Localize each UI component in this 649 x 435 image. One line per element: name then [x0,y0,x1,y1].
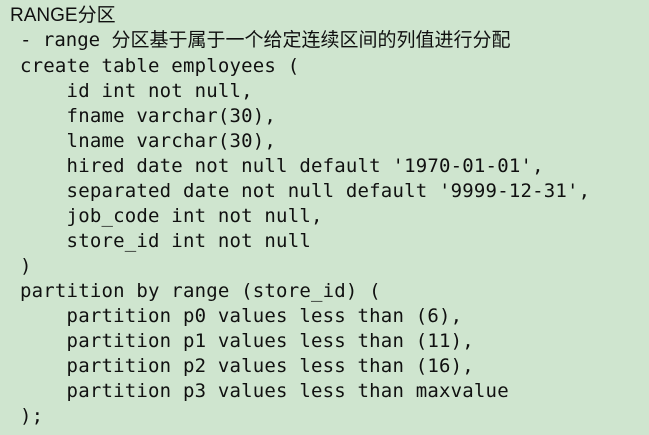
section-description: - range 分区基于属于一个给定连续区间的列值进行分配 [20,29,511,51]
code-line: partition by range (store_id) ( [20,280,381,302]
code-line: job_code int not null, [20,205,323,227]
code-line: ); [20,405,44,427]
code-line: lname varchar(30), [20,130,277,152]
code-line: partition p3 values less than maxvalue [20,380,509,402]
code-block: create table employees ( id int not null… [20,54,590,429]
code-line: partition p1 values less than (11), [20,330,474,352]
code-line: hired date not null default '1970-01-01'… [20,155,544,177]
code-line: create table employees ( [20,55,300,77]
code-line: partition p2 values less than (16), [20,355,474,377]
code-line: fname varchar(30), [20,105,277,127]
section-title: RANGE分区 [10,5,116,26]
document: RANGE分区 - range 分区基于属于一个给定连续区间的列值进行分配 cr… [0,0,649,435]
code-line: id int not null, [20,80,253,102]
code-line: partition p0 values less than (6), [20,305,463,327]
code-line: ) [20,255,32,277]
code-line: store_id int not null [20,230,311,252]
code-line: separated date not null default '9999-12… [20,180,591,202]
